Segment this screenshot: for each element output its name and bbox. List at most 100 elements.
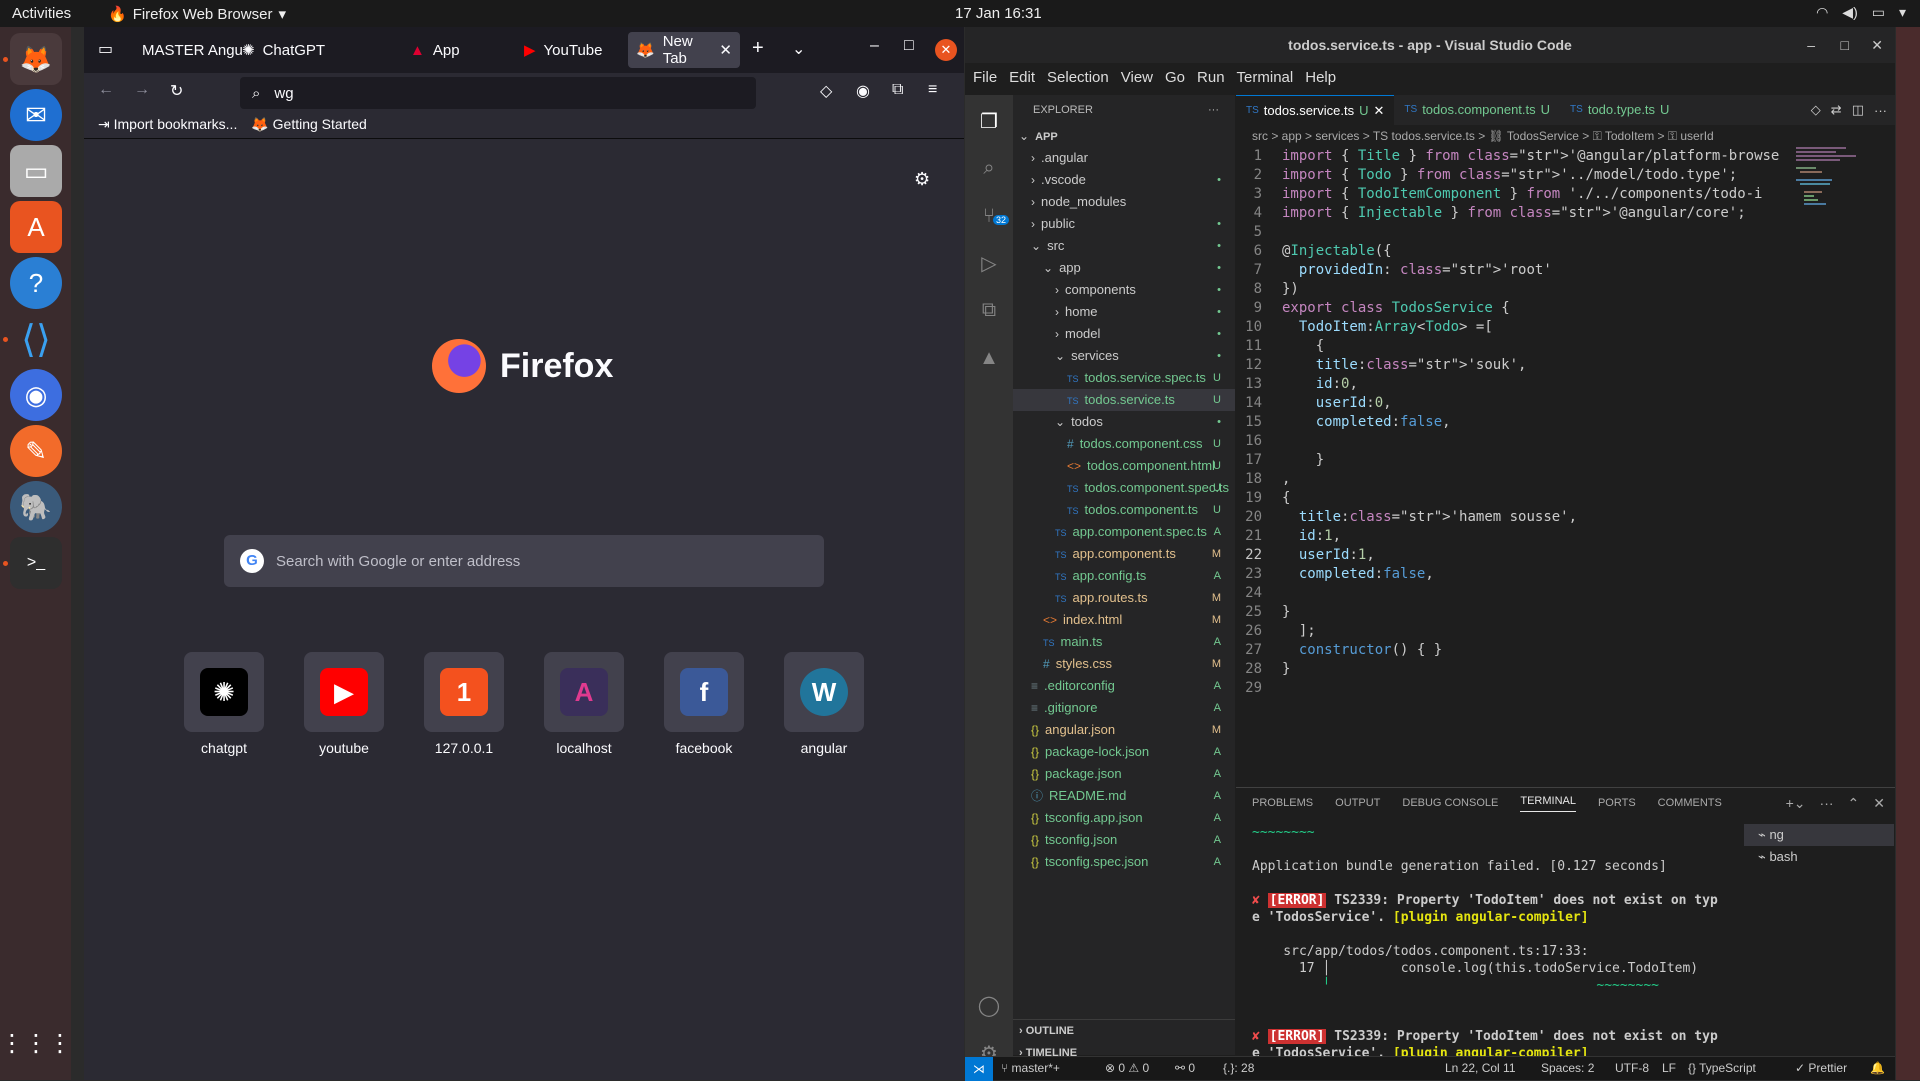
tree-item[interactable]: {} package-lock.json A: [1013, 741, 1235, 763]
bookmark-getting-started[interactable]: 🦊 Getting Started: [251, 116, 367, 133]
editor-tab-todo-type[interactable]: TS todo.type.ts U: [1560, 95, 1679, 125]
tree-item[interactable]: ≡ .editorconfig A: [1013, 675, 1235, 697]
activities-button[interactable]: Activities: [12, 5, 71, 22]
menu-edit[interactable]: Edit: [1009, 69, 1035, 86]
tree-item[interactable]: ⓘ README.md A: [1013, 785, 1235, 807]
tree-item[interactable]: {} tsconfig.app.json A: [1013, 807, 1235, 829]
cursor-position[interactable]: Ln 22, Col 11: [1445, 1061, 1516, 1075]
split-editor-icon[interactable]: ◫: [1852, 102, 1864, 118]
tree-item[interactable]: <> index.html M: [1013, 609, 1235, 631]
close-icon[interactable]: ✕: [1374, 96, 1385, 126]
tree-item[interactable]: {} tsconfig.spec.json A: [1013, 851, 1235, 873]
terminal-item-ng[interactable]: ⌁ ng: [1744, 824, 1894, 846]
tab-app[interactable]: ▲ App: [402, 32, 468, 68]
close-icon[interactable]: ✕: [719, 41, 732, 59]
editor-tab-todos-component[interactable]: TS todos.component.ts U: [1394, 95, 1560, 125]
top-site-tile[interactable]: ▶ youtube: [304, 652, 384, 756]
tree-item[interactable]: ⌄ todos •: [1013, 411, 1235, 433]
top-site-tile[interactable]: 1 127.0.0.1: [424, 652, 504, 756]
url-bar[interactable]: ⌕ wg: [240, 77, 756, 109]
thunderbird-icon[interactable]: ✉: [10, 89, 62, 141]
angular-icon[interactable]: ▲: [977, 347, 1001, 371]
minimize-button[interactable]: –: [1807, 27, 1815, 63]
tab-youtube[interactable]: ▶ YouTube: [516, 32, 611, 68]
eol[interactable]: LF: [1662, 1061, 1676, 1075]
tab-comments[interactable]: COMMENTS: [1658, 797, 1722, 809]
menu-run[interactable]: Run: [1197, 69, 1225, 86]
vscode-dock-icon[interactable]: ⟨⟩: [10, 313, 62, 365]
tree-item[interactable]: › node_modules: [1013, 191, 1235, 213]
forward-icon[interactable]: →: [134, 81, 150, 99]
close-panel-icon[interactable]: ✕: [1873, 795, 1885, 812]
pocket-icon[interactable]: ◇: [820, 81, 832, 101]
more-actions-icon[interactable]: ···: [1820, 795, 1834, 812]
tree-item[interactable]: <> todos.component.html U: [1013, 455, 1235, 477]
tree-item[interactable]: ⌄ app •: [1013, 257, 1235, 279]
tree-item[interactable]: {} tsconfig.json A: [1013, 829, 1235, 851]
tree-item[interactable]: {} package.json A: [1013, 763, 1235, 785]
bookmark-import[interactable]: ⇥ Import bookmarks...: [98, 116, 237, 133]
tree-item[interactable]: TS todos.component.spec.ts U: [1013, 477, 1235, 499]
files-icon[interactable]: ▭: [10, 145, 62, 197]
indentation[interactable]: Spaces: 2: [1541, 1061, 1594, 1075]
menu-terminal[interactable]: Terminal: [1237, 69, 1294, 86]
tree-item[interactable]: › model •: [1013, 323, 1235, 345]
breadcrumb[interactable]: src > app > services > TS todos.service.…: [1236, 125, 1895, 147]
tree-item[interactable]: TS todos.service.ts U: [1013, 389, 1235, 411]
close-button[interactable]: ✕: [1871, 27, 1883, 63]
app-center-icon[interactable]: A: [10, 201, 62, 253]
more-actions-icon[interactable]: ···: [1208, 95, 1219, 125]
tree-item[interactable]: TS app.routes.ts M: [1013, 587, 1235, 609]
terminal-output[interactable]: ~~~~~~~~ Application bundle generation fa…: [1252, 824, 1747, 1062]
tree-item[interactable]: ≡ .gitignore A: [1013, 697, 1235, 719]
run-debug-icon[interactable]: ▷: [977, 251, 1001, 275]
menu-icon[interactable]: ≡: [928, 81, 937, 99]
terminal-item-bash[interactable]: ⌁ bash: [1744, 846, 1894, 868]
tab-output[interactable]: OUTPUT: [1335, 797, 1380, 809]
postman-icon[interactable]: ◉: [10, 369, 62, 421]
tab-list-button[interactable]: ⌄: [792, 39, 805, 59]
tree-item[interactable]: ⌄ services •: [1013, 345, 1235, 367]
system-tray[interactable]: ◠ ◀) ▭ ▾: [1816, 4, 1906, 21]
maximize-panel-icon[interactable]: ⌃: [1848, 795, 1860, 812]
close-button[interactable]: ✕: [935, 39, 957, 61]
language-mode[interactable]: {} TypeScript: [1688, 1061, 1756, 1075]
maximize-button[interactable]: □: [1841, 27, 1849, 63]
prettier-status[interactable]: ✓ Prettier: [1795, 1061, 1847, 1075]
outline-section[interactable]: › OUTLINE: [1013, 1020, 1235, 1042]
firefox-view-icon[interactable]: ▭: [98, 39, 113, 59]
tab-new-tab[interactable]: 🦊 New Tab ✕: [628, 32, 740, 68]
tree-item[interactable]: › components •: [1013, 279, 1235, 301]
help-icon[interactable]: ?: [10, 257, 62, 309]
top-site-tile[interactable]: Alocalhost: [544, 652, 624, 756]
tree-item[interactable]: TS app.component.spec.ts A: [1013, 521, 1235, 543]
settings-icon[interactable]: ⚙: [914, 169, 930, 190]
terminal-icon[interactable]: >_: [10, 537, 62, 589]
account-icon[interactable]: ◉: [856, 81, 870, 101]
tree-item[interactable]: TS app.config.ts A: [1013, 565, 1235, 587]
show-apps-icon[interactable]: ⋮⋮⋮: [0, 1017, 72, 1069]
remote-icon[interactable]: ⋊: [965, 1057, 993, 1081]
tree-item[interactable]: TS main.ts A: [1013, 631, 1235, 653]
editor-tab-todos-service[interactable]: TS todos.service.ts U ✕: [1236, 95, 1395, 126]
menu-view[interactable]: View: [1121, 69, 1153, 86]
app-menu[interactable]: 🔥 Firefox Web Browser ▾: [108, 5, 286, 24]
tab-ports[interactable]: PORTS: [1598, 797, 1636, 809]
tab-chatgpt[interactable]: ✺ ChatGPT: [234, 32, 333, 68]
clock[interactable]: 17 Jan 16:31: [955, 5, 1042, 22]
postgres-icon[interactable]: 🐘: [10, 481, 62, 533]
menu-go[interactable]: Go: [1165, 69, 1185, 86]
extensions-icon[interactable]: ⧉: [892, 81, 903, 99]
compare-icon[interactable]: ⇄: [1831, 102, 1842, 118]
menu-help[interactable]: Help: [1305, 69, 1336, 86]
reload-icon[interactable]: ↻: [170, 81, 183, 101]
tab-terminal[interactable]: TERMINAL: [1520, 795, 1576, 812]
tab-debug-console[interactable]: DEBUG CONSOLE: [1402, 797, 1498, 809]
firefox-dock-icon[interactable]: 🦊: [10, 33, 62, 85]
search-box[interactable]: G Search with Google or enter address: [224, 535, 824, 587]
tree-item[interactable]: › .angular: [1013, 147, 1235, 169]
tree-item[interactable]: ⌄ src •: [1013, 235, 1235, 257]
tree-item[interactable]: TS todos.service.spec.ts U: [1013, 367, 1235, 389]
tree-item[interactable]: › public •: [1013, 213, 1235, 235]
tree-item[interactable]: TS todos.component.ts U: [1013, 499, 1235, 521]
